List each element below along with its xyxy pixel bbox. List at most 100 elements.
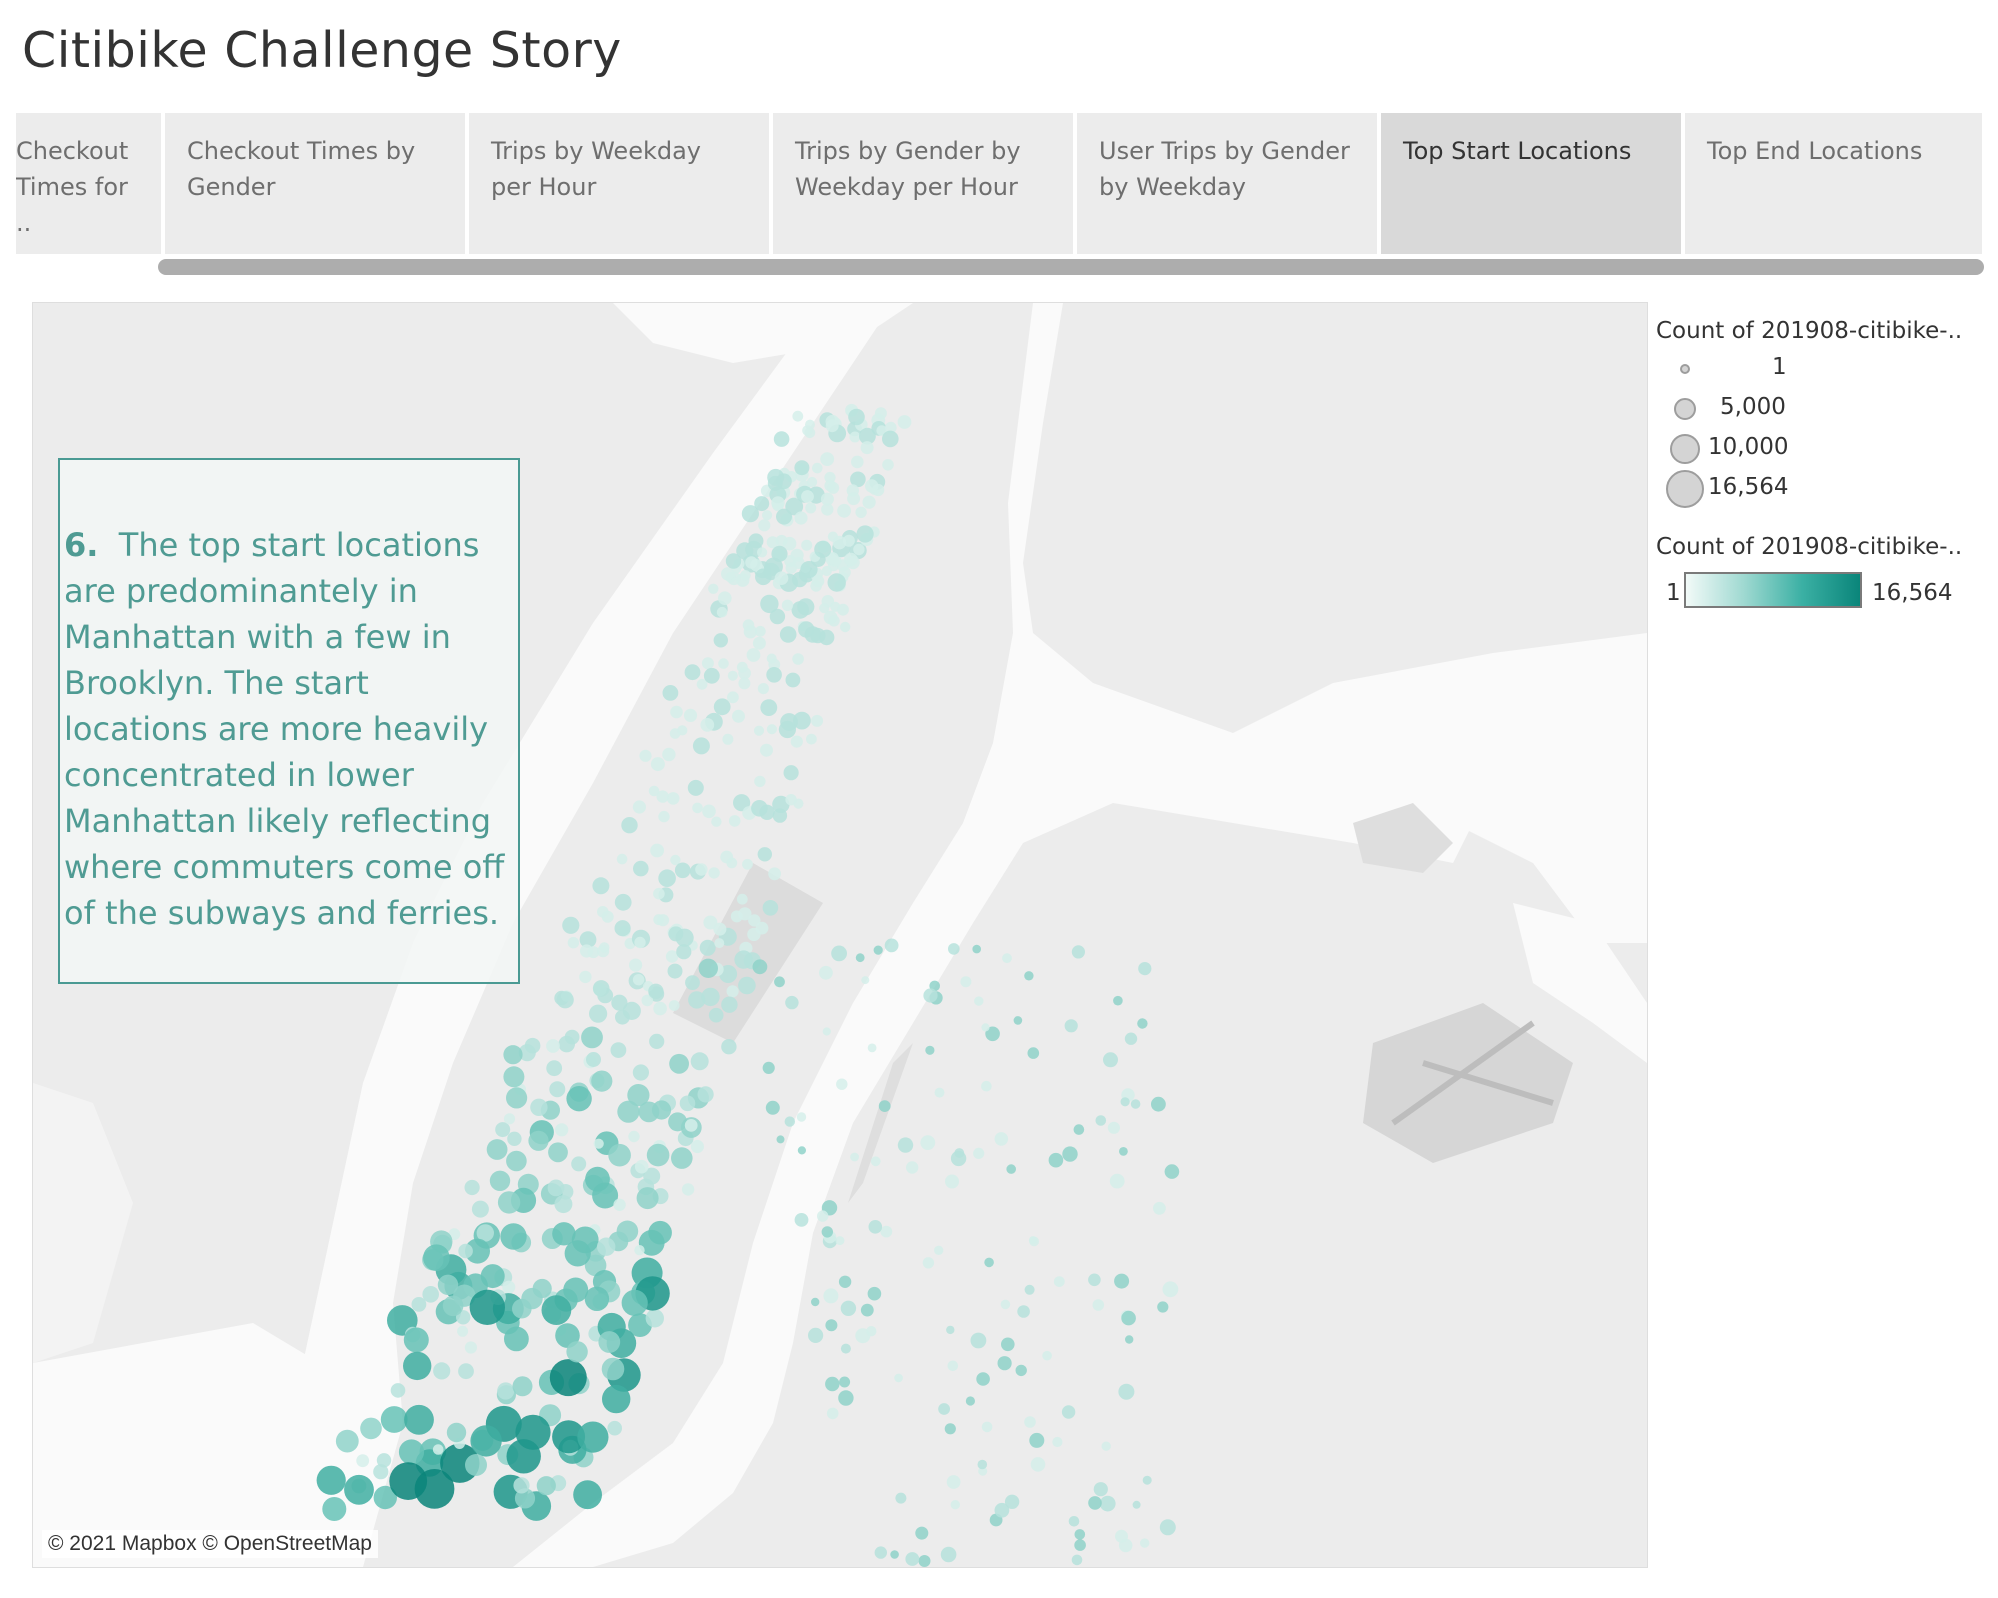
station-marker (513, 1477, 530, 1494)
station-marker (837, 503, 851, 518)
station-marker (736, 893, 748, 905)
station-marker (322, 1497, 347, 1521)
station-marker (906, 1161, 919, 1174)
station-marker (713, 922, 727, 936)
station-marker (690, 1139, 705, 1154)
station-marker (718, 658, 729, 669)
station-marker (794, 1213, 809, 1227)
station-marker (1028, 1236, 1038, 1245)
tab-user-trips-by-gender-by-weekday[interactable]: User Trips by Gender by Weekday (1077, 113, 1377, 254)
caption-text: The top start locations are predominante… (64, 526, 505, 932)
station-marker (628, 1130, 640, 1143)
station-marker (380, 1406, 408, 1433)
station-marker (1113, 995, 1123, 1006)
station-marker (947, 1360, 959, 1372)
station-marker (703, 667, 720, 684)
station-marker (636, 1187, 659, 1210)
station-marker (954, 1148, 965, 1158)
station-marker (940, 1546, 957, 1563)
station-marker (1092, 1299, 1105, 1311)
station-marker (747, 927, 761, 942)
station-marker (667, 963, 683, 979)
station-marker (593, 1138, 604, 1149)
station-marker (840, 621, 851, 633)
station-marker (721, 567, 735, 581)
station-marker (792, 410, 804, 422)
station-marker (771, 545, 788, 562)
station-marker (752, 959, 768, 975)
station-marker (938, 1403, 950, 1415)
station-marker (621, 1289, 648, 1316)
station-marker (727, 670, 738, 681)
station-marker (681, 1183, 695, 1196)
station-marker (442, 1295, 464, 1317)
station-marker (785, 562, 797, 574)
station-marker (790, 735, 803, 748)
station-marker (598, 1331, 621, 1353)
station-marker (506, 1150, 527, 1172)
station-marker (738, 976, 756, 995)
station-marker (634, 1245, 645, 1256)
station-marker (584, 1286, 610, 1311)
station-marker (708, 867, 720, 879)
station-marker (890, 1550, 899, 1559)
size-circle-16564 (1666, 470, 1704, 508)
station-marker (865, 479, 879, 493)
station-marker (714, 938, 725, 949)
station-marker (632, 1064, 650, 1081)
station-marker (820, 492, 834, 506)
tabs-scrollbar[interactable] (158, 259, 1984, 275)
station-marker (794, 511, 808, 525)
map-attribution[interactable]: © 2021 Mapbox © OpenStreetMap (42, 1530, 378, 1558)
station-marker (502, 1280, 516, 1294)
station-marker (984, 1257, 994, 1268)
station-marker (771, 496, 785, 510)
station-marker (970, 1332, 987, 1349)
station-marker (506, 1087, 528, 1109)
station-marker (708, 583, 719, 594)
station-marker (867, 1286, 882, 1301)
station-marker (819, 965, 833, 980)
tab-checkout-times-by-gender[interactable]: Checkout Times by Gender (165, 113, 465, 254)
station-marker (373, 1464, 389, 1480)
station-marker (1119, 1147, 1128, 1156)
station-marker (1132, 1500, 1141, 1509)
station-marker (981, 1421, 993, 1433)
size-legend-row: 16,564 (1656, 470, 1996, 512)
station-marker (708, 1007, 724, 1023)
station-marker (920, 1135, 936, 1150)
station-marker (617, 1100, 640, 1123)
station-marker (546, 1060, 563, 1077)
tab-top-end-locations[interactable]: Top End Locations (1685, 113, 1982, 254)
station-marker (433, 1362, 451, 1380)
station-marker (592, 877, 610, 895)
station-marker (567, 937, 580, 949)
station-marker (713, 633, 728, 648)
tab-trips-by-weekday-per-hour[interactable]: Trips by Weekday per Hour (469, 113, 769, 254)
station-marker (512, 1376, 533, 1397)
tab-top-start-locations[interactable]: Top Start Locations (1381, 113, 1681, 254)
station-marker (752, 636, 766, 650)
station-marker (404, 1404, 434, 1435)
station-marker (549, 1081, 566, 1098)
station-marker (1120, 1097, 1130, 1107)
station-marker (838, 1275, 852, 1288)
station-marker (607, 1420, 622, 1436)
station-marker (580, 944, 594, 958)
station-marker (828, 615, 840, 627)
station-marker (798, 621, 815, 638)
station-marker (670, 705, 683, 719)
tab-trips-by-gender-by-weekday-per-hour[interactable]: Trips by Gender by Weekday per Hour (773, 113, 1073, 254)
station-marker (601, 910, 614, 923)
station-marker (1140, 1538, 1150, 1548)
station-marker (866, 1326, 877, 1337)
station-marker (716, 606, 728, 618)
station-marker (1103, 1052, 1118, 1068)
station-marker (1093, 1482, 1108, 1497)
tab-checkout-times-for[interactable]: Checkout Times for .. (16, 113, 161, 254)
station-marker (730, 910, 743, 923)
station-marker (856, 525, 874, 543)
station-marker (1013, 1016, 1023, 1025)
station-marker (1121, 1310, 1136, 1326)
station-marker (840, 1300, 857, 1316)
